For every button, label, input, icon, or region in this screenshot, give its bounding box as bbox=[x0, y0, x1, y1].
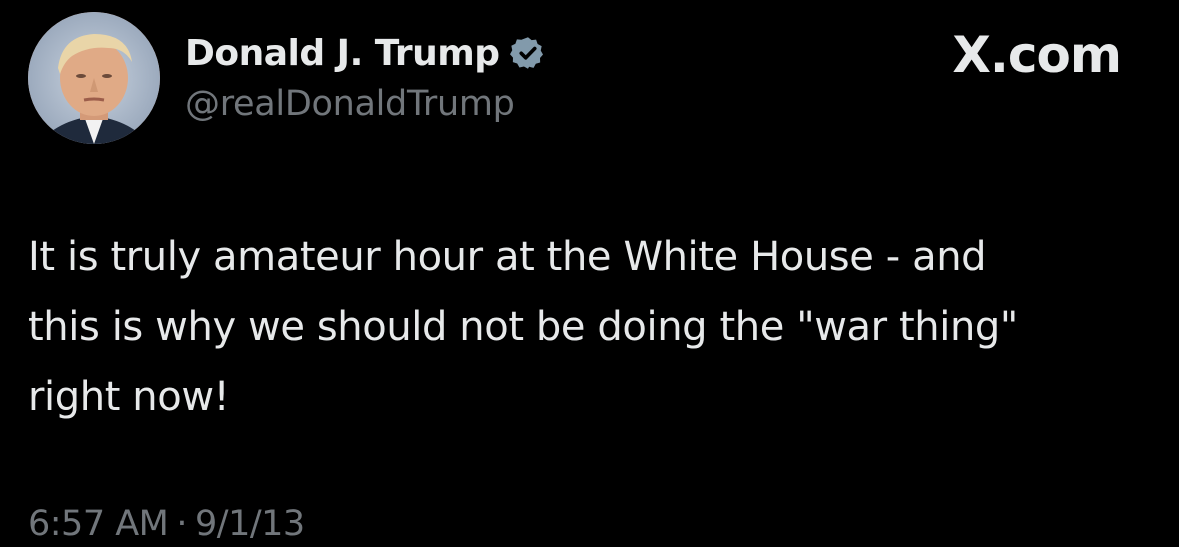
x-com-logo: X.com bbox=[952, 26, 1122, 84]
tweet-time: 6:57 AM bbox=[28, 504, 169, 544]
author-handle[interactable]: @realDonaldTrump bbox=[185, 84, 546, 124]
avatar-photo-icon bbox=[28, 12, 160, 144]
meta-separator: · bbox=[176, 504, 188, 544]
tweet-card: Donald J. Trump @realDonaldTrump X.com I… bbox=[0, 0, 1179, 547]
tweet-date: 9/1/13 bbox=[195, 504, 305, 544]
tweet-timestamp[interactable]: 6:57 AM · 9/1/13 bbox=[28, 504, 305, 544]
author-info: Donald J. Trump @realDonaldTrump bbox=[185, 28, 546, 124]
author-display-name[interactable]: Donald J. Trump bbox=[185, 33, 500, 74]
author-avatar[interactable] bbox=[28, 12, 160, 144]
tweet-text: It is truly amateur hour at the White Ho… bbox=[28, 234, 1018, 420]
verified-badge-icon bbox=[509, 35, 546, 71]
logo-text: X.com bbox=[952, 26, 1122, 84]
name-row: Donald J. Trump bbox=[185, 28, 546, 78]
